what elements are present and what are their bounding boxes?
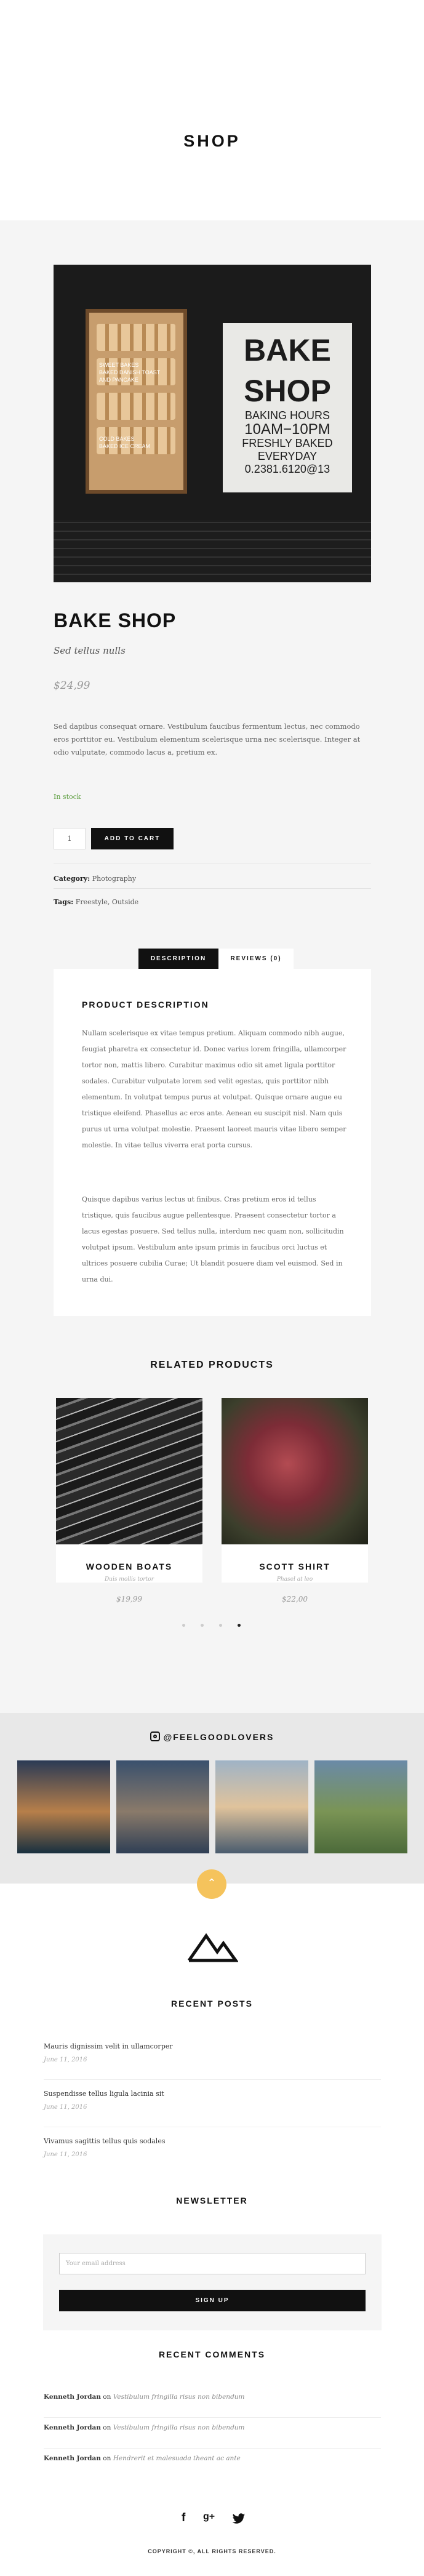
recent-post-date: June 11, 2016 bbox=[44, 2151, 87, 2158]
image-bread-shelf bbox=[97, 393, 175, 420]
image-bakery-window: SWEET BAKES BAKED DANISH TOAST AND PANCA… bbox=[86, 309, 187, 494]
category-link[interactable]: Photography bbox=[92, 875, 136, 883]
recent-post-date: June 11, 2016 bbox=[44, 2104, 87, 2111]
related-product-category: Phasel at leo bbox=[276, 1576, 313, 1583]
stock-status: In stock bbox=[54, 793, 81, 801]
instagram-heading: @FEELGOODLOVERS bbox=[0, 1731, 424, 1742]
scroll-to-top-button[interactable]: ⌃ bbox=[197, 1869, 226, 1899]
tags-label: Tags: bbox=[54, 898, 74, 906]
divider bbox=[54, 888, 371, 889]
product-thumbnail[interactable] bbox=[56, 1398, 202, 1544]
instagram-photo[interactable] bbox=[215, 1760, 308, 1853]
page-title: SHOP bbox=[183, 132, 241, 150]
tab-reviews[interactable]: REVIEWS (0) bbox=[218, 949, 294, 969]
related-product-price: $19,99 bbox=[116, 1595, 142, 1603]
related-product-title[interactable]: SCOTT SHIRT bbox=[222, 1562, 368, 1571]
recent-post-title[interactable]: Mauris dignissim velit in ullamcorper bbox=[44, 2042, 381, 2050]
product-tags: Tags: Freestyle, Outside bbox=[54, 898, 138, 906]
comment-author[interactable]: Kenneth Jordan bbox=[44, 2455, 101, 2462]
window-label: COLD BAKES bbox=[99, 436, 135, 442]
window-label: SWEET BAKES bbox=[99, 362, 139, 368]
related-product-category: Duis mollis tortor bbox=[104, 1576, 154, 1583]
carousel-dot[interactable] bbox=[182, 1624, 185, 1627]
quantity-input[interactable]: 1 bbox=[54, 828, 86, 849]
recent-post-title[interactable]: Vivamus sagittis tellus quis sodales bbox=[44, 2137, 381, 2145]
recent-post-title[interactable]: Suspendisse tellus ligula lacinia sit bbox=[44, 2090, 381, 2098]
image-bread-shelf bbox=[97, 324, 175, 351]
tab-description[interactable]: DESCRIPTION bbox=[138, 949, 218, 969]
window-label: BAKED DANISH TOAST bbox=[99, 369, 161, 375]
comment-post-link[interactable]: Vestibulum fringilla risus non bibendum bbox=[113, 2393, 245, 2401]
product-subtitle: Sed tellus nulls bbox=[54, 645, 126, 656]
instagram-icon bbox=[150, 1731, 160, 1741]
product-short-description: Sed dapibus consequat ornare. Vestibulum… bbox=[54, 722, 361, 756]
comment-on: on bbox=[103, 2455, 111, 2462]
instagram-photo[interactable] bbox=[17, 1760, 110, 1853]
recent-comment-item: Kenneth Jordan on Hendrerit et malesuada… bbox=[44, 2449, 381, 2479]
comment-on: on bbox=[103, 2393, 111, 2401]
instagram-handle[interactable]: @FEELGOODLOVERS bbox=[164, 1732, 274, 1742]
product-title: BAKE SHOP bbox=[54, 609, 177, 632]
sign-text: BAKE bbox=[244, 333, 331, 367]
related-product-card[interactable]: SCOTT SHIRT Phasel at leo $22,00 bbox=[222, 1398, 368, 1603]
recent-post-item[interactable]: Suspendisse tellus ligula lacinia sit Ju… bbox=[44, 2085, 381, 2127]
image-shop-sign: BAKE SHOP BAKING HOURS 10AM−10PM FRESHLY… bbox=[223, 323, 352, 492]
category-label: Category: bbox=[54, 875, 90, 883]
product-thumbnail[interactable] bbox=[222, 1398, 368, 1544]
description-heading: PRODUCT DESCRIPTION bbox=[82, 1000, 209, 1009]
product-category: Category: Photography bbox=[54, 875, 136, 883]
recent-comments-heading: RECENT COMMENTS bbox=[158, 2349, 266, 2359]
comment-author[interactable]: Kenneth Jordan bbox=[44, 2393, 101, 2401]
facebook-icon[interactable]: f bbox=[182, 2511, 185, 2525]
sign-text: SHOP bbox=[244, 374, 331, 408]
sign-text: 0.2381.6120@13 bbox=[244, 463, 330, 475]
instagram-photo[interactable] bbox=[314, 1760, 407, 1853]
comment-on: on bbox=[103, 2424, 111, 2431]
carousel-dot[interactable] bbox=[219, 1624, 222, 1627]
related-product-price: $22,00 bbox=[282, 1595, 308, 1603]
newsletter-heading: NEWSLETTER bbox=[176, 2196, 248, 2205]
twitter-icon[interactable] bbox=[232, 2513, 246, 2524]
copyright: COPYRIGHT ©, ALL RIGHTS RESERVED. bbox=[148, 2548, 276, 2554]
carousel-dot-active[interactable] bbox=[238, 1624, 241, 1627]
sign-text: EVERYDAY bbox=[257, 450, 318, 462]
site-logo[interactable] bbox=[186, 1928, 238, 1963]
recent-comment-item: Kenneth Jordan on Vestibulum fringilla r… bbox=[44, 2418, 381, 2449]
newsletter-form: Your email address SIGN UP bbox=[43, 2234, 382, 2330]
description-paragraph: Nullam scelerisque ex vitae tempus preti… bbox=[82, 1029, 346, 1149]
add-to-cart-button[interactable]: ADD TO CART bbox=[91, 828, 174, 849]
product-price: $24,99 bbox=[54, 680, 90, 692]
image-bricks bbox=[54, 520, 371, 582]
page-header: SHOP bbox=[0, 0, 424, 220]
related-product-card[interactable]: WOODEN BOATS Duis mollis tortor $19,99 bbox=[56, 1398, 202, 1603]
google-plus-icon[interactable]: g+ bbox=[203, 2511, 215, 2522]
comment-post-link[interactable]: Hendrerit et malesuada theant ac ante bbox=[113, 2455, 241, 2462]
recent-post-item[interactable]: Mauris dignissim velit in ullamcorper Ju… bbox=[44, 2037, 381, 2080]
description-panel: PRODUCT DESCRIPTION Nullam scelerisque e… bbox=[54, 969, 371, 1316]
instagram-photo[interactable] bbox=[116, 1760, 209, 1853]
sign-text: BAKING HOURS bbox=[244, 409, 330, 422]
sign-text: FRESHLY BAKED bbox=[242, 437, 333, 449]
product-image[interactable]: SWEET BAKES BAKED DANISH TOAST AND PANCA… bbox=[54, 265, 371, 582]
recent-post-item[interactable]: Vivamus sagittis tellus quis sodales Jun… bbox=[44, 2132, 381, 2175]
comment-post-link[interactable]: Vestibulum fringilla risus non bibendum bbox=[113, 2424, 245, 2431]
carousel-dot[interactable] bbox=[201, 1624, 204, 1627]
related-product-title[interactable]: WOODEN BOATS bbox=[56, 1562, 202, 1571]
comment-author[interactable]: Kenneth Jordan bbox=[44, 2424, 101, 2431]
sign-text: 10AM−10PM bbox=[244, 421, 330, 438]
sign-up-button[interactable]: SIGN UP bbox=[59, 2290, 366, 2311]
related-products-heading: RELATED PRODUCTS bbox=[150, 1360, 274, 1370]
recent-posts-heading: RECENT POSTS bbox=[171, 1999, 253, 2008]
tags-link[interactable]: Freestyle, Outside bbox=[76, 898, 138, 906]
window-label: BAKED ICE CREAM bbox=[99, 443, 151, 449]
instagram-feed: @FEELGOODLOVERS bbox=[0, 1713, 424, 1884]
product-section: SWEET BAKES BAKED DANISH TOAST AND PANCA… bbox=[0, 220, 424, 1713]
window-label: AND PANCAKE bbox=[99, 377, 138, 383]
recent-comment-item: Kenneth Jordan on Vestibulum fringilla r… bbox=[44, 2387, 381, 2418]
description-paragraph: Quisque dapibus varius lectus ut finibus… bbox=[82, 1195, 344, 1283]
recent-post-date: June 11, 2016 bbox=[44, 2056, 87, 2063]
email-field[interactable]: Your email address bbox=[59, 2253, 366, 2274]
